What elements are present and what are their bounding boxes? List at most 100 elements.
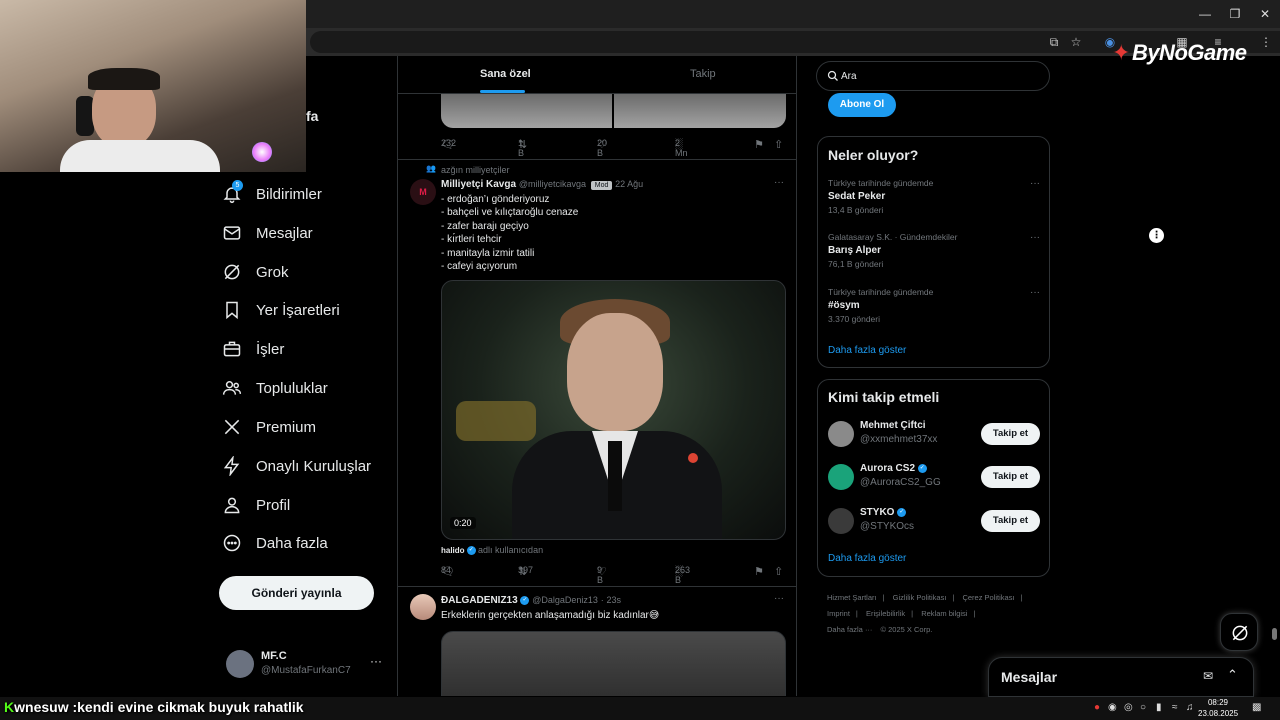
- tweet-actions: 🗨 232 ⇅ 1 B ♡ 20 B ░ 2 Mn ⚑ ⇧: [441, 138, 784, 158]
- volume-icon[interactable]: ♫: [1186, 702, 1194, 713]
- tab-following[interactable]: Takip: [690, 68, 716, 80]
- trend-title: Sedat Peker: [828, 191, 886, 202]
- star-icon[interactable]: ☆: [1068, 34, 1084, 50]
- usb-icon[interactable]: ▮: [1156, 702, 1162, 713]
- sidebar-item-premium[interactable]: Premium: [222, 409, 316, 445]
- bookmark-icon: ⚑: [754, 566, 764, 578]
- account-switcher[interactable]: MF.C @MustafaFurkanC7 ···: [226, 648, 386, 682]
- more-icon[interactable]: ···: [1030, 232, 1040, 243]
- avatar[interactable]: M: [410, 179, 436, 205]
- tray-app-icon[interactable]: ◎: [1124, 702, 1133, 713]
- microphone-icon[interactable]: ●: [1094, 702, 1100, 713]
- footer-link[interactable]: Imprint: [827, 609, 850, 618]
- footer-link[interactable]: Gizlilik Politikası: [893, 593, 947, 602]
- more-circle-icon: [222, 533, 242, 553]
- who-to-follow-title: Kimi takip etmeli: [828, 389, 940, 405]
- sidebar-item-label: Premium: [256, 418, 317, 436]
- trend-count: 13,4 B gönderi: [828, 205, 884, 215]
- follow-button[interactable]: Takip et: [981, 466, 1040, 488]
- messages-drawer-title: Mesajlar: [1001, 669, 1058, 685]
- mod-badge: Mod: [590, 181, 613, 190]
- more-icon[interactable]: ···: [370, 654, 382, 668]
- restore-icon[interactable]: ❐: [1218, 4, 1252, 24]
- tweet-date[interactable]: 23s: [606, 595, 621, 605]
- trend-item[interactable]: Türkiye tarihinde gündemde #ösym 3.370 g…: [828, 287, 1040, 331]
- footer-link[interactable]: Erişilebilirlik: [866, 609, 905, 618]
- avatar: [828, 508, 854, 534]
- footer-link[interactable]: Reklam bilgisi: [921, 609, 967, 618]
- tweet-image[interactable]: [441, 631, 786, 696]
- tray-app-icon[interactable]: ○: [1140, 702, 1146, 713]
- tweet-image[interactable]: [614, 94, 786, 128]
- more-icon[interactable]: ···: [1030, 287, 1040, 298]
- more-icon[interactable]: ···: [774, 177, 784, 188]
- more-options-icon[interactable]: ⋮: [1149, 228, 1164, 243]
- sidebar-item-messages[interactable]: Mesajlar: [222, 215, 313, 251]
- install-app-icon[interactable]: ⧉: [1046, 34, 1062, 50]
- footer-link[interactable]: Çerez Politikası: [962, 593, 1014, 602]
- expand-icon[interactable]: ⌃: [1227, 667, 1238, 683]
- post-button[interactable]: Gönderi yayınla: [219, 576, 374, 610]
- stream-chat-ticker: Kwnesuw :kendi evine cikmak buyuk rahatl…: [4, 699, 304, 715]
- sidebar-item-more[interactable]: Daha fazla: [222, 525, 328, 561]
- show-more-link[interactable]: Daha fazla göster: [828, 553, 906, 564]
- author-handle[interactable]: @DalgaDeniz13: [532, 595, 598, 605]
- notification-center-icon[interactable]: ▩: [1252, 702, 1261, 713]
- follow-suggestion[interactable]: Mehmet Çiftci @xxmehmet37xx Takip et: [828, 419, 1040, 449]
- sidebar-item-communities[interactable]: Topluluklar: [222, 370, 328, 406]
- avatar[interactable]: [410, 594, 436, 620]
- trend-context: Türkiye tarihinde gündemde: [828, 287, 934, 297]
- minimize-icon[interactable]: —: [1188, 4, 1222, 24]
- close-window-icon[interactable]: ✕: [1248, 4, 1280, 24]
- sidebar-item-grok[interactable]: Grok: [222, 254, 289, 290]
- trend-item[interactable]: Türkiye tarihinde gündemde Sedat Peker 1…: [828, 178, 1040, 222]
- author-name[interactable]: Milliyetçi Kavga: [441, 179, 516, 190]
- footer-link[interactable]: Daha fazla ···: [827, 625, 872, 634]
- more-icon[interactable]: ···: [774, 593, 784, 604]
- trend-context: Galatasaray S.K. · Gündemdekiler: [828, 232, 958, 242]
- search-input[interactable]: Ara: [816, 61, 1050, 91]
- share-icon: ⇧: [774, 566, 784, 578]
- author-handle[interactable]: @milliyetcikavga: [519, 179, 586, 189]
- x-logo-icon: [222, 417, 242, 437]
- wifi-icon[interactable]: ≈: [1172, 702, 1178, 713]
- follow-button[interactable]: Takip et: [981, 510, 1040, 532]
- grok-floating-button[interactable]: [1220, 613, 1258, 651]
- trend-context: Türkiye tarihinde gündemde: [828, 178, 934, 188]
- tweet-text-line: - erdoğan’ı gönderiyoruz: [441, 194, 550, 205]
- suggestion-name: STYKO ✓: [860, 507, 907, 518]
- sidebar-item-bookmarks[interactable]: Yer İşaretleri: [222, 292, 340, 328]
- new-message-icon[interactable]: ✉: [1203, 669, 1213, 683]
- tab-for-you[interactable]: Sana özel: [480, 68, 531, 80]
- video-face: [567, 313, 663, 431]
- tweet-date[interactable]: 22 Ağu: [615, 179, 643, 189]
- feed-tabs: Sana özel Takip: [398, 56, 796, 94]
- system-clock[interactable]: 08:29 23.08.2025: [1198, 697, 1238, 719]
- footer-link[interactable]: Hizmet Şartları: [827, 593, 877, 602]
- tray-app-icon[interactable]: ◉: [1108, 702, 1117, 713]
- sidebar-item-verified-orgs[interactable]: Onaylı Kuruluşlar: [222, 448, 371, 484]
- follow-button[interactable]: Takip et: [981, 423, 1040, 445]
- follow-suggestion[interactable]: Aurora CS2 ✓ @AuroraCS2_GG Takip et: [828, 462, 1040, 492]
- copyright: © 2025 X Corp.: [880, 625, 933, 634]
- grok-icon: [222, 262, 242, 282]
- community-label[interactable]: azğın milliyetçiler: [441, 165, 510, 175]
- sidebar-item-jobs[interactable]: İşler: [222, 331, 284, 367]
- attribution-name[interactable]: halido: [441, 546, 465, 555]
- streamer-shirt: [60, 140, 220, 172]
- follow-suggestion[interactable]: STYKO ✓ @STYKOcs Takip et: [828, 506, 1040, 536]
- tweet-image[interactable]: [441, 94, 612, 128]
- subscribe-button[interactable]: Abone Ol: [828, 93, 896, 117]
- scrollbar[interactable]: [1272, 628, 1277, 640]
- show-more-link[interactable]: Daha fazla göster: [828, 345, 906, 356]
- tweet-video[interactable]: 0:20: [441, 280, 786, 540]
- author-name[interactable]: ĐALGADENIZ13: [441, 595, 518, 606]
- sidebar-item-profile[interactable]: Profil: [222, 487, 290, 523]
- messages-drawer[interactable]: Mesajlar ✉ ⌃: [988, 657, 1254, 697]
- suggestion-name: Aurora CS2 ✓: [860, 463, 927, 474]
- browser-menu-icon[interactable]: ⋮: [1258, 34, 1274, 50]
- search-placeholder: Ara: [841, 71, 857, 82]
- more-icon[interactable]: ···: [1030, 178, 1040, 189]
- sidebar-item-notifications[interactable]: 5 Bildirimler: [222, 176, 322, 212]
- trend-item[interactable]: Galatasaray S.K. · Gündemdekiler Barış A…: [828, 232, 1040, 276]
